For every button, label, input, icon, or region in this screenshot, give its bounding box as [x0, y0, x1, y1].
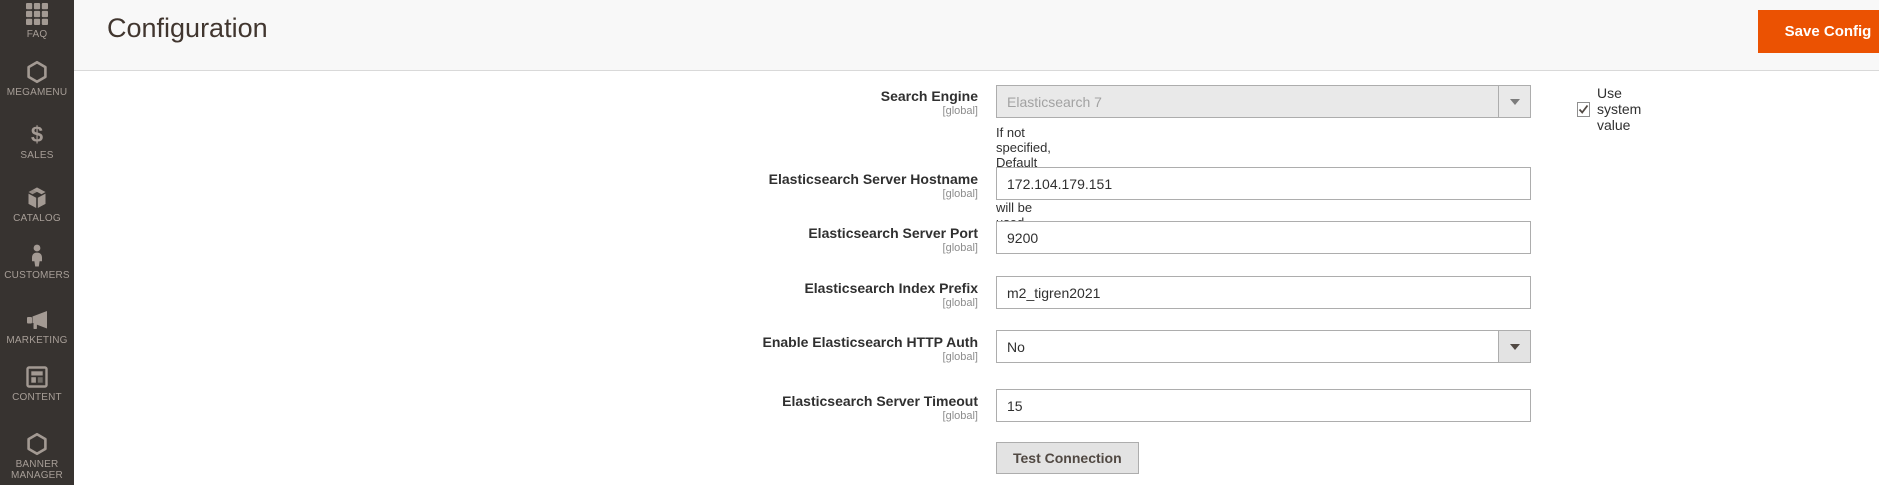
dollar-icon: $	[30, 122, 44, 147]
sidebar-item-content[interactable]: CONTENT	[0, 365, 74, 403]
sidebar-item-customers[interactable]: CUSTOMERS	[0, 243, 74, 281]
timeout-input[interactable]	[996, 389, 1531, 422]
layout-icon	[25, 365, 49, 389]
box-icon	[25, 186, 49, 210]
port-input[interactable]	[996, 221, 1531, 254]
use-system-value: Use system value	[1577, 85, 1643, 133]
field-label: Elasticsearch Server Timeout [global]	[782, 393, 978, 422]
megaphone-icon	[25, 308, 49, 332]
admin-sidebar: FAQ MEGAMENU $ SALES CATALOG CUSTOMERS M…	[0, 0, 74, 485]
person-icon	[25, 243, 49, 267]
test-connection-button[interactable]: Test Connection	[996, 442, 1139, 474]
sidebar-item-label: CATALOG	[13, 213, 61, 224]
hostname-input[interactable]	[996, 167, 1531, 200]
sidebar-item-catalog[interactable]: CATALOG	[0, 186, 74, 224]
save-config-button[interactable]: Save Config	[1758, 10, 1879, 53]
sidebar-item-faq[interactable]: FAQ	[0, 2, 74, 40]
sidebar-item-megamenu[interactable]: MEGAMENU	[0, 60, 74, 98]
page-title: Configuration	[107, 13, 268, 43]
search-engine-select[interactable]: Elasticsearch 7	[996, 85, 1531, 118]
main-content: Configuration Save Config Search Engine …	[74, 0, 1879, 485]
sidebar-item-label: BANNER MANAGER	[11, 459, 63, 481]
chevron-down-icon	[1498, 86, 1530, 117]
sidebar-item-label: CONTENT	[12, 392, 62, 403]
index-prefix-input[interactable]	[996, 276, 1531, 309]
field-label: Elasticsearch Server Port [global]	[808, 225, 978, 254]
sidebar-item-banner-manager[interactable]: BANNER MANAGER	[0, 432, 74, 481]
field-label: Elasticsearch Server Hostname [global]	[768, 171, 978, 200]
sidebar-item-sales[interactable]: $ SALES	[0, 122, 74, 162]
page-header: Configuration Save Config	[74, 0, 1879, 71]
http-auth-select[interactable]: No	[996, 330, 1531, 363]
field-label: Elasticsearch Index Prefix [global]	[804, 280, 978, 309]
field-label: Search Engine [global]	[880, 88, 978, 117]
chevron-down-icon	[1498, 331, 1530, 362]
hexagon-icon	[25, 60, 49, 84]
sidebar-item-label: SALES	[20, 150, 54, 161]
use-system-value-label: Use system value	[1597, 85, 1642, 133]
check-icon	[1578, 104, 1589, 114]
config-form: Search Engine [global] Elasticsearch 7 I…	[74, 71, 1879, 484]
sidebar-item-marketing[interactable]: MARKETING	[0, 308, 74, 346]
sidebar-item-label: FAQ	[26, 29, 48, 40]
sidebar-item-label: MARKETING	[6, 335, 68, 346]
field-label: Enable Elasticsearch HTTP Auth [global]	[762, 334, 978, 363]
sidebar-item-label: MEGAMENU	[6, 87, 68, 98]
sidebar-item-label: CUSTOMERS	[4, 270, 70, 281]
use-system-value-checkbox[interactable]	[1577, 101, 1590, 117]
hexagon-icon	[25, 432, 49, 456]
grid-icon	[25, 2, 49, 26]
